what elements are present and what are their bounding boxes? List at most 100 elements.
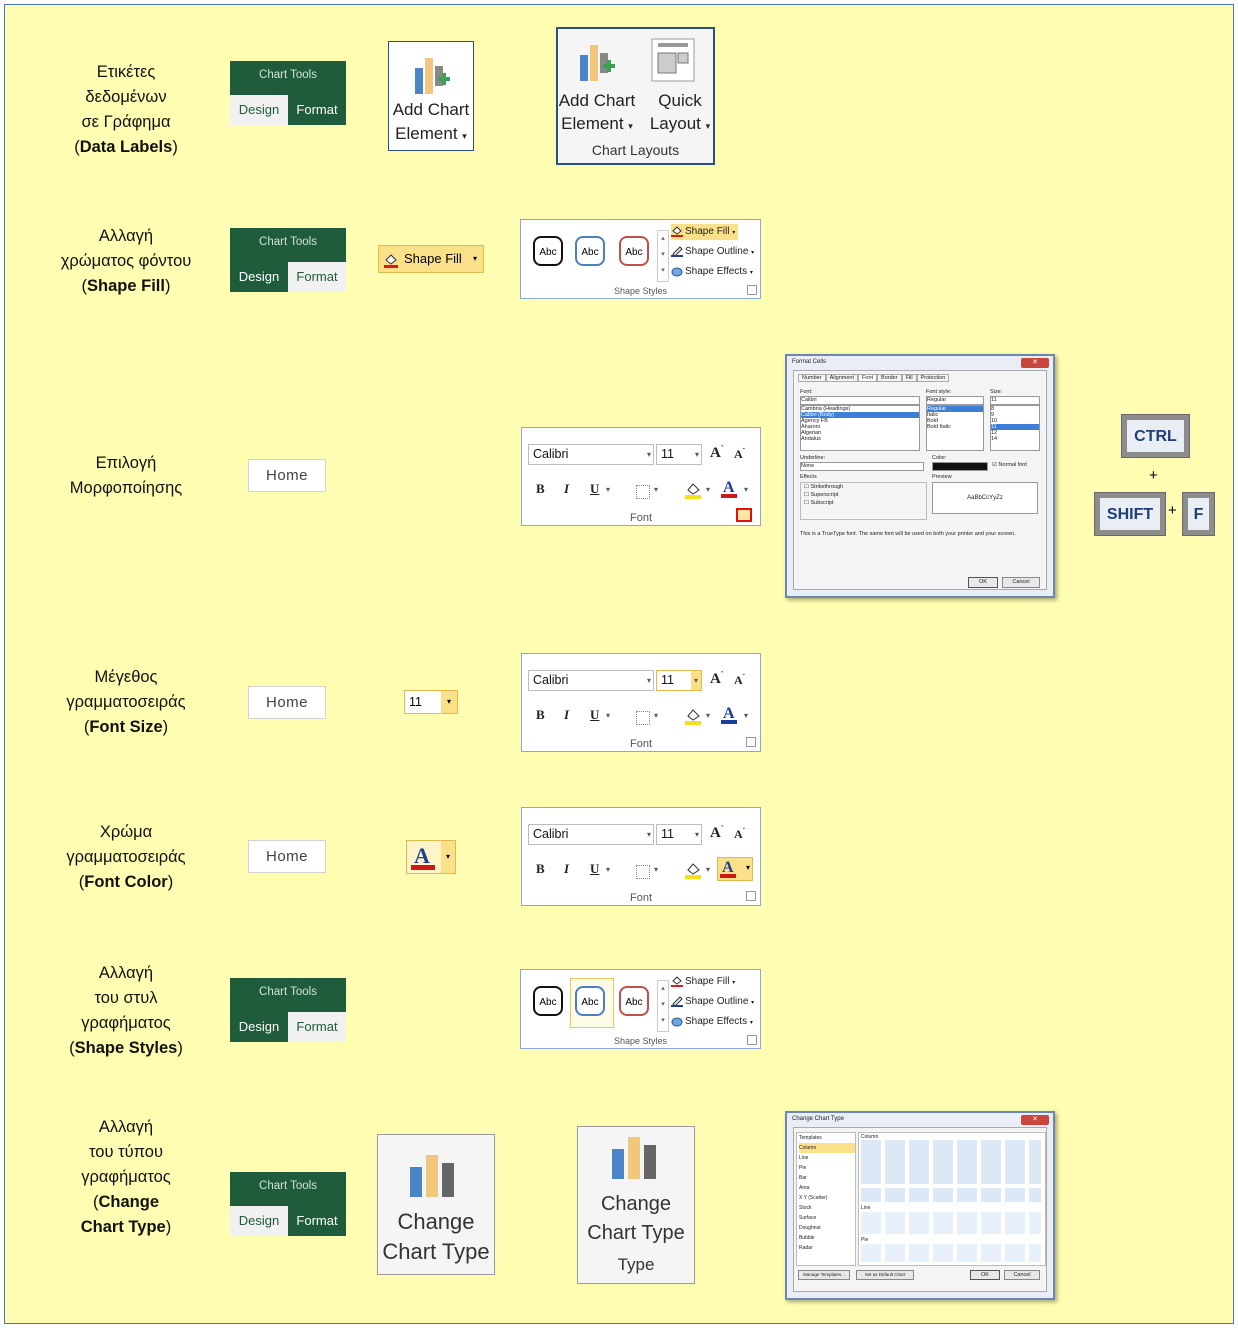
home-tab[interactable]: Home — [248, 686, 326, 719]
dialog-launcher-icon[interactable] — [746, 737, 756, 747]
shrink-font-button[interactable]: Aˇ — [734, 673, 745, 688]
borders-icon[interactable] — [636, 485, 650, 499]
chart-gallery[interactable]: Column Line Pie — [858, 1132, 1046, 1266]
change-chart-type-button[interactable]: Change Chart Type — [377, 1134, 495, 1275]
size-input[interactable]: 11 — [990, 396, 1040, 405]
color-select[interactable] — [932, 462, 988, 471]
bold-button[interactable]: B — [536, 861, 545, 877]
gallery-scroll[interactable]: ▴ ▾ ▾ — [657, 230, 669, 282]
element-label[interactable]: Element ▾ — [558, 114, 636, 134]
tab-protection[interactable]: Protection — [916, 374, 950, 382]
home-tab[interactable]: Home — [248, 459, 326, 492]
cancel-button[interactable]: Cancel — [1002, 577, 1040, 588]
set-default-button[interactable]: Set as Default Chart — [856, 1270, 914, 1280]
list-item[interactable]: Surface — [799, 1213, 855, 1223]
grow-font-button[interactable]: Aˆ — [710, 670, 724, 688]
dialog-launcher-icon[interactable] — [746, 891, 756, 901]
shrink-font-button[interactable]: Aˇ — [734, 827, 745, 842]
tab-format[interactable]: Format — [288, 95, 346, 125]
pie-thumbnails[interactable] — [861, 1244, 1041, 1262]
font-color-button[interactable]: A ▾ — [406, 840, 456, 874]
line-thumbnails[interactable] — [861, 1212, 1041, 1234]
font-size-box[interactable]: 11 ▾ — [656, 670, 702, 691]
italic-button[interactable]: I — [564, 861, 569, 877]
style-thumbnail[interactable]: Abc — [619, 236, 649, 266]
list-item[interactable]: 14 — [991, 436, 1039, 442]
list-item[interactable]: Stock — [799, 1203, 855, 1213]
font-size-box[interactable]: 11 ▾ — [656, 444, 702, 465]
dropdown-arrow-icon[interactable]: ▾ — [441, 691, 457, 713]
tab-format[interactable]: Format — [288, 1012, 346, 1042]
style-thumbnail[interactable]: Abc — [575, 986, 605, 1016]
effect-checkbox[interactable]: ☐ Superscript — [804, 491, 926, 499]
underline-select[interactable]: None — [800, 462, 924, 471]
tab-design[interactable]: Design — [230, 1012, 288, 1042]
style-list[interactable]: Regular Italic Bold Bold Italic — [926, 405, 984, 451]
list-item[interactable]: Andalus — [801, 436, 919, 442]
shape-outline-item[interactable]: Shape Outline ▾ — [671, 994, 754, 1010]
size-list[interactable]: 8 9 10 11 12 14 — [990, 405, 1040, 451]
add-chart-element-button[interactable]: Add Chart Element ▾ — [388, 41, 474, 151]
italic-button[interactable]: I — [564, 707, 569, 723]
list-item[interactable]: Line — [799, 1153, 855, 1163]
bold-button[interactable]: B — [536, 707, 545, 723]
borders-icon[interactable] — [636, 711, 650, 725]
shape-effects-item[interactable]: Shape Effects ▾ — [671, 264, 753, 280]
font-size-box[interactable]: 11 ▾ — [404, 690, 458, 714]
quick-label[interactable]: Quick — [644, 91, 716, 111]
list-item[interactable]: X Y (Scatter) — [799, 1193, 855, 1203]
tab-format[interactable]: Format — [288, 262, 346, 292]
shape-fill-item[interactable]: Shape Fill ▾ — [671, 974, 735, 990]
tab-border[interactable]: Border — [877, 374, 902, 382]
list-item[interactable]: Bold Italic — [927, 424, 983, 430]
style-thumbnail[interactable]: Abc — [575, 236, 605, 266]
font-input[interactable]: Calibri — [800, 396, 920, 405]
home-tab[interactable]: Home — [248, 840, 326, 873]
fill-color-icon[interactable] — [684, 860, 702, 880]
chart-type-list[interactable]: Templates Column Line Pie Bar Area X Y (… — [796, 1132, 856, 1266]
close-icon[interactable]: ✕ — [1021, 1115, 1049, 1125]
list-item[interactable]: Bar — [799, 1173, 855, 1183]
shape-outline-item[interactable]: Shape Outline ▾ — [671, 244, 754, 260]
column-thumbnails[interactable] — [861, 1188, 1041, 1202]
normal-font-checkbox[interactable]: ☑ Normal font — [992, 462, 1027, 468]
font-name-box[interactable]: Calibri ▾ — [528, 824, 654, 845]
dialog-launcher-icon[interactable] — [747, 1035, 757, 1045]
tab-alignment[interactable]: Alignment — [825, 374, 859, 382]
underline-button[interactable]: U — [590, 481, 599, 497]
underline-button[interactable]: U — [590, 861, 599, 877]
font-name-box[interactable]: Calibri ▾ — [528, 670, 654, 691]
gallery-scroll[interactable]: ▴ ▾ ▾ — [657, 980, 669, 1032]
dialog-launcher-icon[interactable] — [736, 508, 752, 522]
shape-fill-item[interactable]: Shape Fill ▾ — [671, 224, 739, 240]
effect-checkbox[interactable]: ☐ Subscript — [804, 499, 926, 507]
font-name-box[interactable]: Calibri ▾ — [528, 444, 654, 465]
column-thumbnails[interactable] — [861, 1140, 1041, 1184]
change-chart-type-button[interactable]: Change Chart Type Type — [577, 1126, 695, 1284]
tab-number[interactable]: Number — [798, 374, 826, 382]
dialog-launcher-icon[interactable] — [747, 285, 757, 295]
layout-label[interactable]: Layout ▾ — [644, 114, 716, 134]
style-input[interactable]: Regular — [926, 396, 984, 405]
font-color-icon[interactable]: A — [720, 704, 738, 726]
manage-templates-button[interactable]: Manage Templates... — [798, 1270, 850, 1280]
tab-fill[interactable]: Fill — [901, 374, 917, 382]
style-thumbnail[interactable]: Abc — [533, 986, 563, 1016]
fill-color-icon[interactable] — [684, 480, 702, 500]
effect-checkbox[interactable]: ☐ Strikethrough — [804, 483, 926, 491]
shape-effects-item[interactable]: Shape Effects ▾ — [671, 1014, 753, 1030]
shrink-font-button[interactable]: Aˇ — [734, 447, 745, 462]
list-item[interactable]: Doughnut — [799, 1223, 855, 1233]
tab-font[interactable]: Font — [858, 374, 878, 382]
tab-design[interactable]: Design — [230, 262, 288, 292]
list-item[interactable]: Templates — [799, 1133, 855, 1143]
underline-button[interactable]: U — [590, 707, 599, 723]
tab-format[interactable]: Format — [288, 1206, 346, 1236]
list-item[interactable]: Pie — [799, 1163, 855, 1173]
font-list[interactable]: Cambria (Headings) Calibri (Body) Agency… — [800, 405, 920, 451]
fill-color-icon[interactable] — [684, 706, 702, 726]
font-color-icon[interactable]: A — [720, 478, 738, 500]
add-chart-label[interactable]: Add Chart — [558, 91, 636, 111]
grow-font-button[interactable]: Aˆ — [710, 444, 724, 462]
list-item[interactable]: Bubble — [799, 1233, 855, 1243]
